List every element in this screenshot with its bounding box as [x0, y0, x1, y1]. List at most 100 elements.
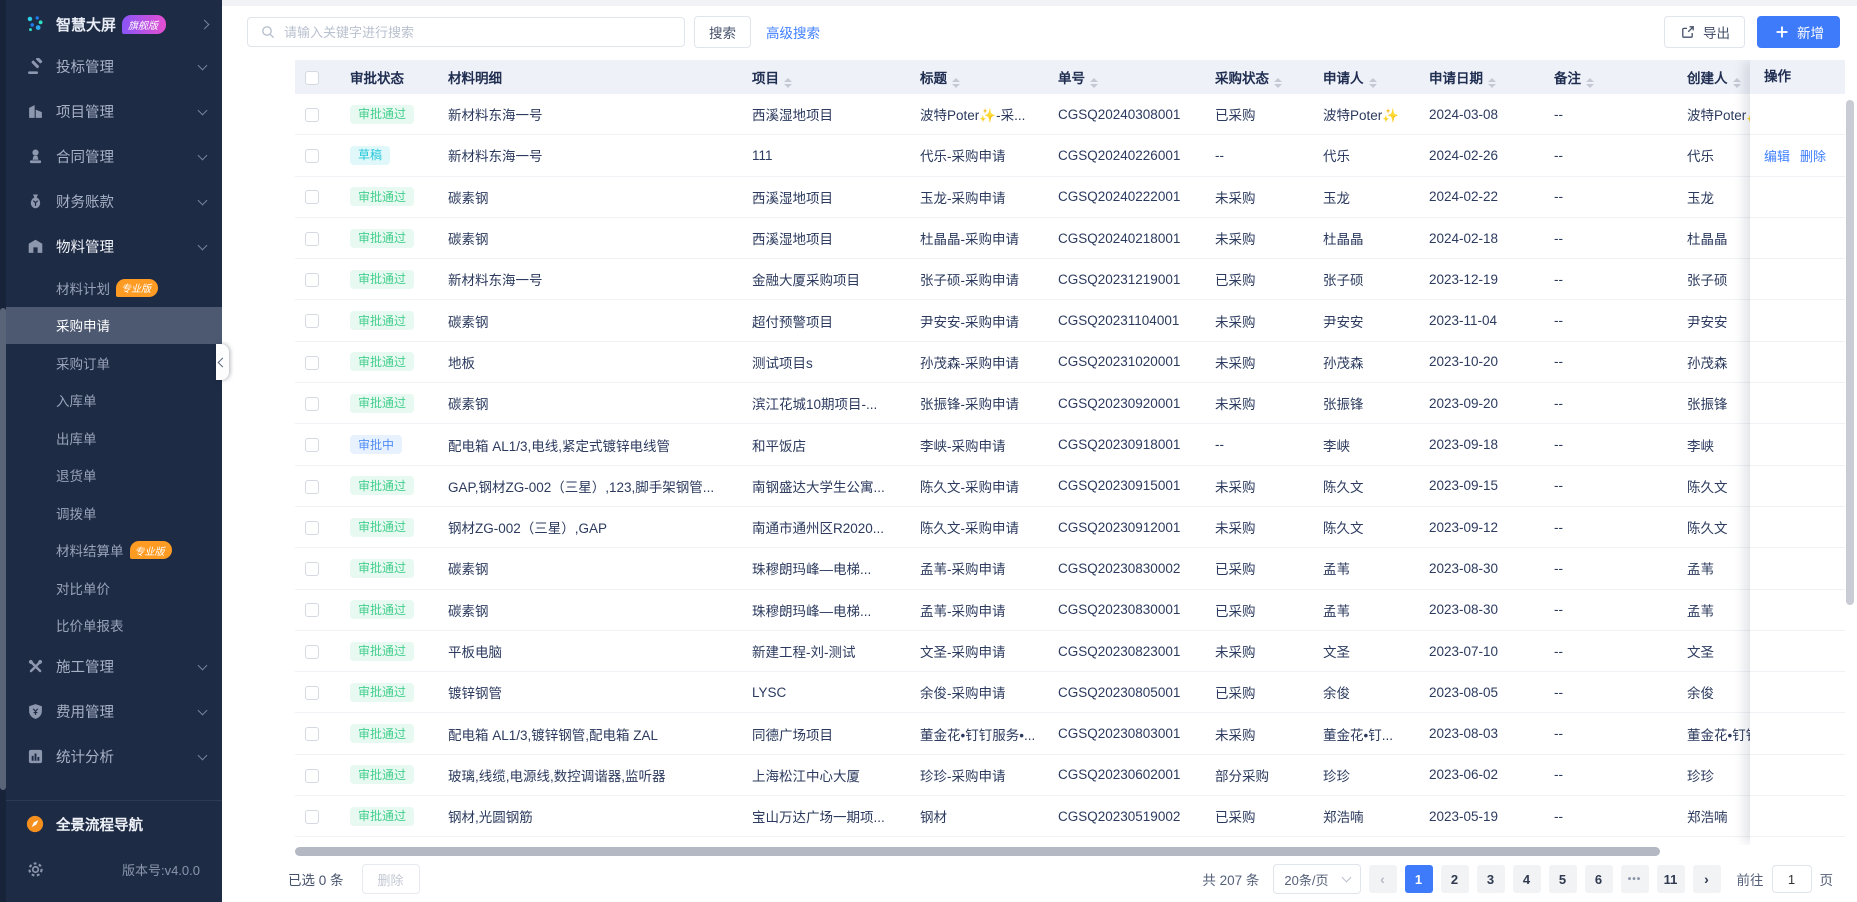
page-button-1[interactable]: 1 [1404, 865, 1433, 893]
horizontal-scrollbar[interactable] [295, 847, 1845, 856]
sidebar-item-material[interactable]: 物料管理 [6, 224, 222, 269]
row-checkbox[interactable] [305, 107, 319, 122]
sidebar-subitem-purchase-order[interactable]: 采购订单 [6, 344, 222, 382]
sidebar-item-stats[interactable]: 统计分析 [6, 734, 222, 779]
advanced-search-link[interactable]: 高级搜索 [766, 22, 820, 42]
row-checkbox[interactable] [305, 603, 319, 618]
row-checkbox[interactable] [305, 314, 319, 329]
page-button-6[interactable]: 6 [1584, 865, 1613, 893]
edit-link[interactable]: 编辑 [1764, 146, 1790, 165]
row-checkbox[interactable] [305, 479, 319, 494]
row-checkbox[interactable] [305, 396, 319, 411]
pagination-ellipsis[interactable]: ••• [1620, 865, 1649, 893]
row-checkbox[interactable] [305, 231, 319, 246]
select-all-checkbox[interactable] [305, 70, 319, 85]
cell-applicant: 尹安安 [1323, 300, 1429, 342]
vertical-scrollbar-thumb[interactable] [1846, 100, 1854, 605]
sort-icon[interactable] [952, 77, 960, 88]
sidebar-collapse-handle[interactable] [216, 344, 229, 380]
search-button[interactable]: 搜索 [694, 16, 751, 48]
page-button-5[interactable]: 5 [1548, 865, 1577, 893]
cell-remark: -- [1554, 466, 1687, 507]
page-button-4[interactable]: 4 [1512, 865, 1541, 893]
sidebar-item-project[interactable]: 项目管理 [6, 89, 222, 134]
horizontal-scrollbar-thumb[interactable] [295, 847, 1660, 856]
sort-icon[interactable] [1488, 77, 1496, 88]
export-button[interactable]: 导出 [1664, 16, 1745, 48]
row-checkbox[interactable] [305, 520, 319, 535]
actions-cell [1750, 177, 1845, 218]
version-row: 版本号:v4.0.0 [6, 847, 222, 897]
sidebar-item-process-navigation[interactable]: 全景流程导航 [6, 801, 222, 847]
cell-material: 碳素钢 [448, 218, 752, 260]
sort-icon[interactable] [784, 77, 792, 88]
sidebar-item-smart-screen[interactable]: 智慧大屏 旗舰版 [6, 0, 222, 44]
table-row: 审批通过 碳素钢 西溪湿地项目 玉龙-采购申请 CGSQ20240222001 未采购 玉龙… [295, 177, 1845, 218]
row-checkbox[interactable] [305, 355, 319, 370]
sidebar-subitem-return-order[interactable]: 退货单 [6, 457, 222, 495]
status-badge: 审批通过 [350, 641, 415, 661]
page-button-3[interactable]: 3 [1476, 865, 1505, 893]
sidebar-subitem-purchase-request[interactable]: 采购申请 [6, 306, 222, 344]
flagship-badge: 旗舰版 [122, 14, 167, 34]
search-input[interactable] [284, 24, 673, 40]
cell-material: 碳素钢 [448, 177, 752, 218]
cell-purchase_status: 未采购 [1215, 466, 1323, 507]
cell-applicant: 张振锋 [1323, 383, 1429, 425]
actions-cell [1750, 218, 1845, 260]
page-size-select[interactable]: 20条/页 [1273, 864, 1361, 894]
row-checkbox[interactable] [305, 438, 319, 453]
add-button[interactable]: 新增 [1757, 16, 1840, 48]
sidebar-subitem-material-plan[interactable]: 材料计划 专业版 [6, 269, 222, 307]
cell-material: 钢材ZG-002（三星）,GAP [448, 507, 752, 549]
sort-icon[interactable] [1274, 77, 1282, 88]
cell-applicant: 陈久文 [1323, 466, 1429, 507]
row-checkbox[interactable] [305, 727, 319, 742]
cell-purchase_status: 未采购 [1215, 631, 1323, 673]
column-label: 备注 [1554, 70, 1581, 86]
selected-count: 已选 0 条 [288, 873, 344, 888]
delete-link[interactable]: 删除 [1800, 146, 1826, 165]
page-button-2[interactable]: 2 [1440, 865, 1469, 893]
sidebar-scrollbar-thumb[interactable] [0, 308, 6, 790]
delete-button[interactable]: 删除 [361, 864, 420, 894]
cell-apply_date: 2023-06-02 [1429, 755, 1554, 797]
table-row: 审批通过 碳素钢 超付预警项目 尹安安-采购申请 CGSQ20231104001 未采购尹… [295, 300, 1845, 342]
sidebar-subitem-unit-price-compare[interactable]: 对比单价 [6, 569, 222, 607]
sort-icon[interactable] [1090, 77, 1098, 88]
pagination-prev-button[interactable]: ‹ [1368, 865, 1397, 893]
row-checkbox[interactable] [305, 149, 319, 164]
sort-icon[interactable] [1586, 77, 1594, 88]
sort-icon[interactable] [1368, 77, 1377, 88]
cell-apply_date: 2023-11-04 [1429, 300, 1554, 342]
sidebar-item-construction[interactable]: 施工管理 [6, 644, 222, 689]
row-checkbox[interactable] [305, 686, 319, 701]
sidebar-item-expense[interactable]: 费用管理 [6, 689, 222, 734]
status-badge: 审批中 [350, 435, 403, 455]
sidebar-subitem-transfer-order[interactable]: 调拨单 [6, 494, 222, 532]
cell-applicant: 余俊 [1323, 672, 1429, 714]
sidebar-item-label: 施工管理 [56, 660, 114, 676]
row-checkbox[interactable] [305, 562, 319, 577]
pagination-next-button[interactable]: › [1692, 865, 1721, 893]
sidebar-scrollbar[interactable] [0, 0, 6, 902]
sidebar-item-finance[interactable]: 财务账款 [6, 179, 222, 224]
status-cell: 审批通过 [350, 466, 448, 507]
sort-icon[interactable] [1732, 77, 1741, 88]
row-checkbox[interactable] [305, 768, 319, 783]
row-checkbox[interactable] [305, 190, 319, 205]
sidebar-subitem-inbound-order[interactable]: 入库单 [6, 382, 222, 420]
sidebar-item-bid[interactable]: 投标管理 [6, 44, 222, 89]
sidebar-subitem-label: 材料结算单 [56, 544, 124, 560]
sidebar-subitem-price-compare-report[interactable]: 比价单报表 [6, 607, 222, 645]
row-checkbox[interactable] [305, 809, 319, 824]
sidebar-subitem-material-settlement[interactable]: 材料结算单 专业版 [6, 532, 222, 570]
status-cell: 审批通过 [350, 548, 448, 590]
row-checkbox[interactable] [305, 273, 319, 288]
page-button-11[interactable]: 11 [1656, 865, 1685, 893]
goto-page-input[interactable] [1771, 865, 1812, 893]
sidebar-item-contract[interactable]: 合同管理 [6, 134, 222, 179]
sidebar-subitem-outbound-order[interactable]: 出库单 [6, 419, 222, 457]
row-checkbox[interactable] [305, 644, 319, 659]
gear-icon[interactable] [26, 860, 44, 878]
